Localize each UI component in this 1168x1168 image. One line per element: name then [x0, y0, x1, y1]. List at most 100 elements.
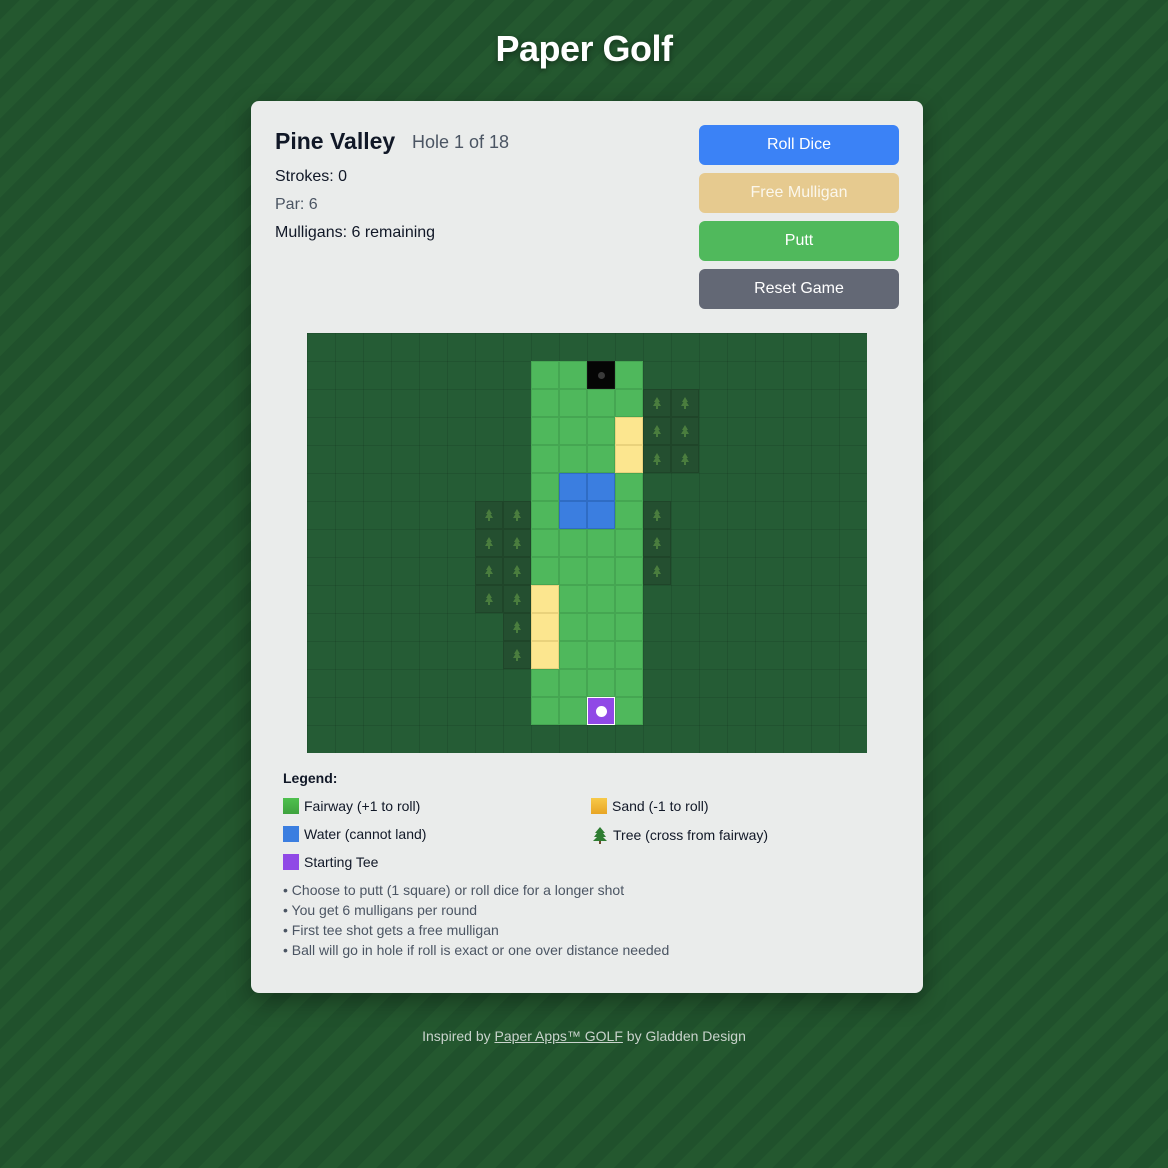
fairway-cell[interactable] [559, 669, 587, 697]
hole-cup-icon [598, 372, 605, 379]
tree-cell[interactable] [503, 501, 531, 529]
roll-dice-button[interactable]: Roll Dice [699, 125, 899, 165]
tee-cell[interactable] [587, 697, 615, 725]
tree-icon [504, 558, 530, 584]
putt-button[interactable]: Putt [699, 221, 899, 261]
legend-sand: Sand (-1 to roll) [591, 798, 708, 814]
rule-item: • Choose to putt (1 square) or roll dice… [283, 882, 625, 898]
tree-cell[interactable] [503, 557, 531, 585]
tree-cell[interactable] [671, 445, 699, 473]
tree-cell[interactable] [475, 585, 503, 613]
tree-cell[interactable] [503, 613, 531, 641]
fairway-cell[interactable] [615, 389, 643, 417]
tee-swatch [283, 854, 299, 870]
fairway-cell[interactable] [615, 473, 643, 501]
tree-cell[interactable] [503, 585, 531, 613]
legend-fairway-label: Fairway (+1 to roll) [304, 798, 421, 814]
fairway-cell[interactable] [587, 557, 615, 585]
tree-icon [672, 418, 698, 444]
fairway-cell[interactable] [615, 641, 643, 669]
tree-cell[interactable] [643, 389, 671, 417]
tree-cell[interactable] [503, 529, 531, 557]
water-cell[interactable] [559, 473, 587, 501]
fairway-cell[interactable] [559, 389, 587, 417]
tree-icon [644, 502, 670, 528]
tree-cell[interactable] [643, 557, 671, 585]
fairway-cell[interactable] [559, 613, 587, 641]
tree-cell[interactable] [643, 501, 671, 529]
fairway-cell[interactable] [531, 389, 559, 417]
sand-swatch [591, 798, 607, 814]
fairway-cell[interactable] [531, 501, 559, 529]
free-mulligan-button[interactable]: Free Mulligan [699, 173, 899, 213]
tree-icon [476, 558, 502, 584]
fairway-cell[interactable] [531, 557, 559, 585]
legend-tee-label: Starting Tee [304, 854, 379, 870]
footer-suffix: by Gladden Design [622, 1028, 746, 1044]
strokes-count: Strokes: 0 [275, 168, 348, 185]
fairway-cell[interactable] [615, 557, 643, 585]
fairway-cell[interactable] [615, 501, 643, 529]
tree-cell[interactable] [643, 445, 671, 473]
water-cell[interactable] [587, 473, 615, 501]
game-card: Pine Valley Hole 1 of 18 Strokes: 0 Par:… [251, 101, 923, 993]
fairway-cell[interactable] [559, 585, 587, 613]
tree-cell[interactable] [643, 529, 671, 557]
app-title: Paper Golf [495, 28, 673, 69]
tree-icon [476, 502, 502, 528]
water-cell[interactable] [559, 501, 587, 529]
fairway-cell[interactable] [559, 697, 587, 725]
fairway-cell[interactable] [587, 641, 615, 669]
water-cell[interactable] [587, 501, 615, 529]
course-board[interactable] [307, 333, 867, 753]
fairway-cell[interactable] [531, 697, 559, 725]
legend-tree-label: Tree (cross from fairway) [613, 827, 769, 843]
fairway-cell[interactable] [531, 529, 559, 557]
fairway-cell[interactable] [587, 669, 615, 697]
fairway-cell[interactable] [559, 641, 587, 669]
paper-apps-golf-link[interactable]: Paper Apps™ GOLF [495, 1028, 623, 1044]
fairway-cell[interactable] [615, 529, 643, 557]
fairway-cell[interactable] [587, 585, 615, 613]
fairway-cell[interactable] [615, 613, 643, 641]
golf-ball-icon [596, 706, 607, 717]
hole-cell[interactable] [587, 361, 615, 389]
fairway-cell[interactable] [587, 389, 615, 417]
fairway-cell[interactable] [559, 445, 587, 473]
tree-cell[interactable] [671, 389, 699, 417]
legend-title: Legend: [283, 770, 338, 786]
fairway-cell[interactable] [531, 361, 559, 389]
sand-cell[interactable] [531, 641, 559, 669]
fairway-cell[interactable] [531, 445, 559, 473]
fairway-cell[interactable] [587, 417, 615, 445]
fairway-cell[interactable] [587, 613, 615, 641]
fairway-cell[interactable] [587, 445, 615, 473]
tree-icon [504, 530, 530, 556]
tree-cell[interactable] [475, 501, 503, 529]
fairway-cell[interactable] [531, 473, 559, 501]
fairway-cell[interactable] [559, 529, 587, 557]
tree-cell[interactable] [671, 417, 699, 445]
sand-cell[interactable] [531, 585, 559, 613]
fairway-cell[interactable] [615, 361, 643, 389]
rule-item: • Ball will go in hole if roll is exact … [283, 942, 670, 958]
fairway-cell[interactable] [615, 697, 643, 725]
fairway-cell[interactable] [615, 669, 643, 697]
fairway-cell[interactable] [587, 529, 615, 557]
fairway-cell[interactable] [615, 585, 643, 613]
fairway-cell[interactable] [531, 417, 559, 445]
reset-game-button[interactable]: Reset Game [699, 269, 899, 309]
tree-cell[interactable] [475, 557, 503, 585]
fairway-cell[interactable] [559, 361, 587, 389]
fairway-cell[interactable] [531, 669, 559, 697]
tree-icon [476, 530, 502, 556]
sand-cell[interactable] [615, 445, 643, 473]
fairway-cell[interactable] [559, 417, 587, 445]
fairway-cell[interactable] [559, 557, 587, 585]
sand-cell[interactable] [615, 417, 643, 445]
tree-cell[interactable] [475, 529, 503, 557]
sand-cell[interactable] [531, 613, 559, 641]
tree-cell[interactable] [503, 641, 531, 669]
tree-icon [591, 826, 609, 844]
tree-cell[interactable] [643, 417, 671, 445]
